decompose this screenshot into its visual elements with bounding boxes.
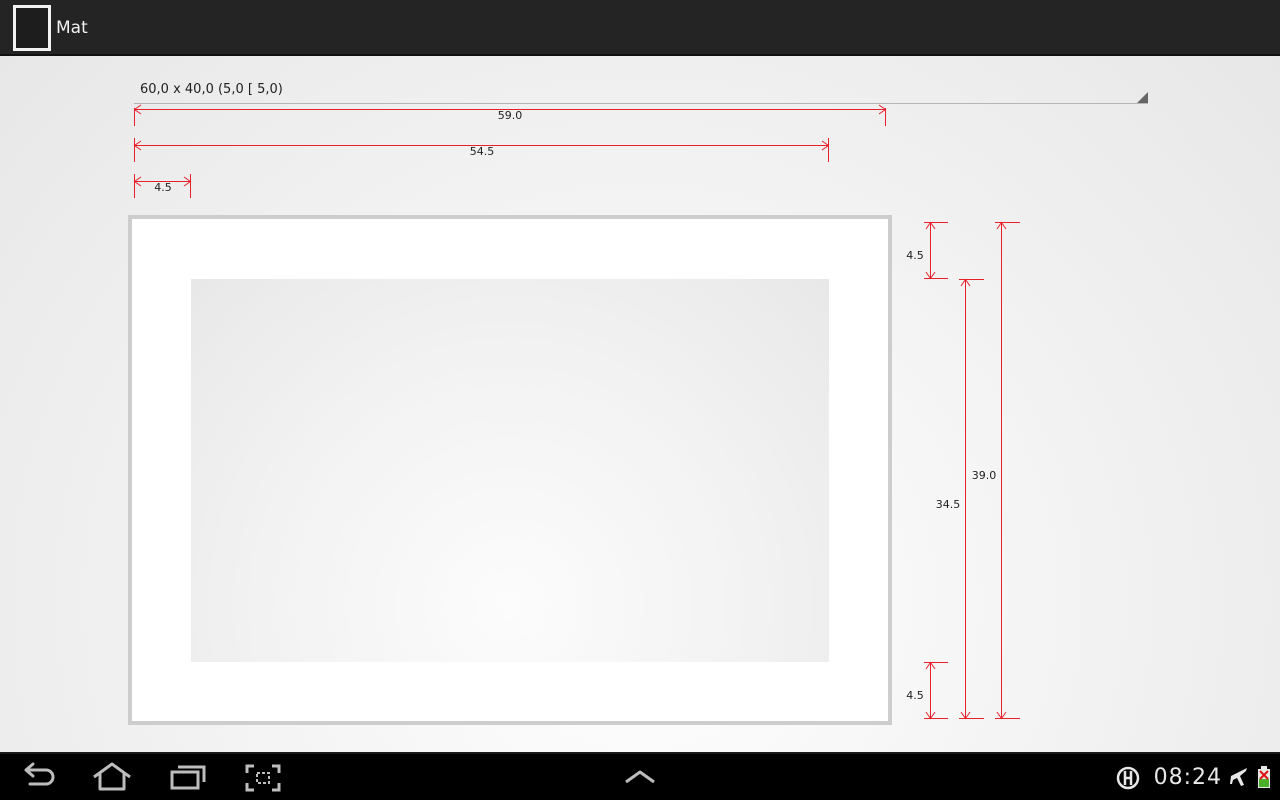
home-icon[interactable] — [90, 754, 134, 800]
dimension-top-margin — [924, 221, 948, 280]
back-icon[interactable] — [18, 754, 60, 800]
label-opening-bottom: 34.5 — [936, 498, 961, 511]
app-root: Mat 60,0 x 40,0 (5,0 [ 5,0) 59.0 54.5 4.… — [0, 0, 1280, 800]
dimension-bottom-margin — [924, 661, 948, 720]
sync-icon — [1116, 766, 1140, 790]
up-chevron-icon[interactable] — [620, 754, 660, 800]
label-left-margin: 4.5 — [154, 181, 172, 194]
label-opening-right: 54.5 — [470, 145, 495, 158]
label-top-margin: 4.5 — [906, 249, 924, 262]
recent-apps-icon[interactable] — [168, 754, 208, 800]
dimension-outer-height — [995, 221, 1020, 720]
system-nav-bar: 08:24 — [0, 752, 1280, 800]
label-outer-width: 59.0 — [498, 109, 523, 122]
status-clock: 08:24 — [1153, 765, 1222, 790]
screenshot-icon[interactable] — [244, 754, 282, 800]
battery-icon — [1258, 766, 1270, 788]
label-bottom-margin: 4.5 — [906, 689, 924, 702]
label-outer-height: 39.0 — [972, 469, 997, 482]
dimension-overlay: 59.0 54.5 4.5 4.5 34.5 39.0 4.5 — [133, 104, 1020, 720]
airplane-mode-icon — [1230, 768, 1247, 786]
dimension-opening-bottom — [959, 278, 984, 720]
